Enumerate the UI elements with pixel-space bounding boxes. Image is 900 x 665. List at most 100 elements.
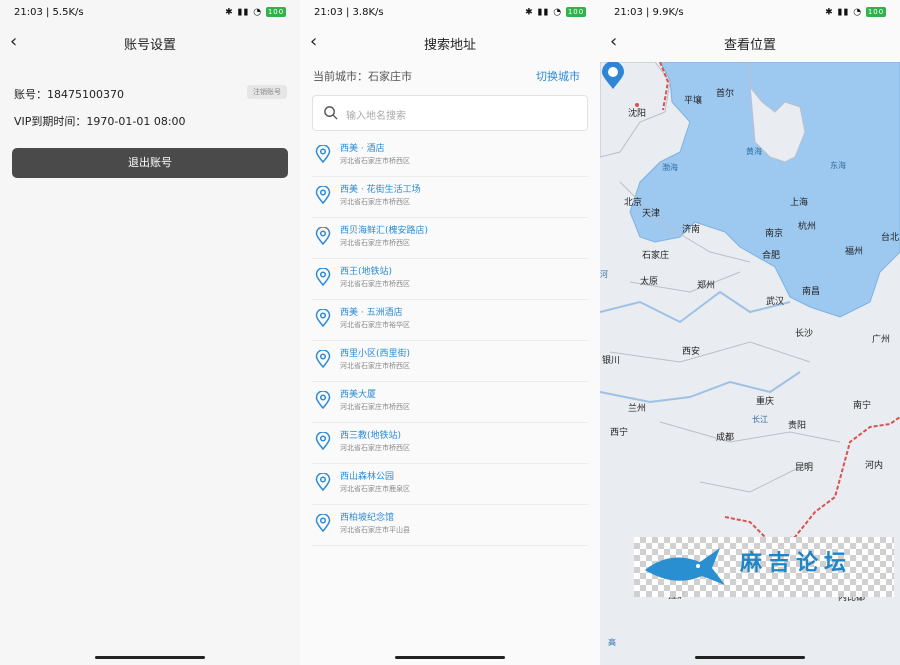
nav-bar: ‹ 搜索地址: [300, 26, 600, 60]
status-icons: ✱ ▮▮ ◔ 100: [525, 7, 586, 18]
list-item[interactable]: 西王(地铁站) 河北省石家庄市桥西区: [312, 259, 588, 300]
result-name: 西里小区(西里街): [340, 349, 411, 359]
location-pin-icon[interactable]: [600, 62, 626, 90]
search-placeholder: 输入地名搜索: [346, 111, 406, 122]
result-address: 河北省石家庄市桥西区: [340, 444, 410, 452]
result-address: 河北省石家庄市鹿泉区: [340, 485, 410, 493]
view-location-screen: 21:03 | 9.9K/s ✱ ▮▮ ◔ 100 ‹ 查看位置 沈阳 平壤 首…: [600, 0, 900, 665]
switch-city-link[interactable]: 切换城市: [536, 68, 580, 84]
nav-bar: ‹ 账号设置: [0, 26, 300, 60]
city-label: 西安: [682, 347, 701, 357]
result-name: 西王(地铁站): [340, 267, 393, 277]
result-address: 河北省石家庄市桥西区: [340, 198, 410, 206]
city-label: 昆明: [795, 463, 814, 473]
status-time: 21:03 | 9.9K/s: [614, 7, 684, 18]
result-name: 西山森林公园: [340, 472, 395, 482]
status-bar: 21:03 | 3.8K/s ✱ ▮▮ ◔ 100: [300, 0, 600, 26]
city-label: 广州: [872, 335, 891, 345]
result-name: 西美 · 五洲酒店: [340, 308, 403, 318]
result-address: 河北省石家庄市裕华区: [340, 321, 410, 329]
search-input[interactable]: 输入地名搜索: [312, 95, 588, 131]
border-line: [724, 416, 900, 544]
status-time: 21:03 | 5.5K/s: [14, 7, 84, 18]
status-icons: ✱ ▮▮ ◔ 100: [225, 7, 286, 18]
account-settings-screen: 21:03 | 5.5K/s ✱ ▮▮ ◔ 100 ‹ 账号设置 账号：1847…: [0, 0, 300, 665]
current-city: 当前城市：石家庄市: [313, 70, 412, 83]
city-label: 拉萨: [668, 591, 687, 601]
map-provider-logo: 高: [608, 638, 616, 647]
sea-area: [629, 62, 900, 318]
list-item[interactable]: 西柏坡纪念馆河北省石家庄市平山县: [312, 505, 588, 546]
result-address: 河北省石家庄市桥西区: [340, 280, 410, 288]
list-item[interactable]: 西美 · 五洲酒店 河北省石家庄市裕华区: [312, 300, 588, 341]
page-title: 查看位置: [723, 38, 776, 53]
home-indicator[interactable]: [695, 656, 805, 659]
city-label: 南宁: [853, 401, 872, 411]
home-indicator[interactable]: [395, 656, 505, 659]
result-address: 河北省石家庄市桥西区: [340, 157, 410, 165]
city-label: 内比都: [838, 593, 866, 603]
status-icons: ✱ ▮▮ ◔ 100: [825, 7, 886, 18]
city-label: 贵阳: [788, 421, 807, 431]
location-pin-icon: [315, 145, 331, 163]
city-label: 长沙: [795, 329, 814, 339]
account-number: 账号：18475100370: [14, 88, 124, 101]
city-label: 银川: [602, 356, 621, 366]
back-arrow-icon[interactable]: ‹: [610, 32, 630, 52]
city-label: 平壤: [684, 96, 703, 106]
city-label: 武汉: [766, 297, 785, 307]
city-label: 重庆: [756, 397, 775, 407]
sea-label: 黄海: [746, 147, 762, 156]
city-label: 郑州: [697, 281, 716, 291]
city-label: 兰州: [628, 404, 647, 414]
list-item[interactable]: 西美 · 花街生活工场 河北省石家庄市桥西区: [312, 177, 588, 218]
city-label: 台北: [881, 233, 900, 243]
result-name: 西美大厦: [340, 390, 377, 400]
result-address: 河北省石家庄市桥西区: [340, 362, 410, 370]
page-title: 搜索地址: [423, 38, 476, 53]
page-title: 账号设置: [123, 38, 176, 53]
home-indicator[interactable]: [95, 656, 205, 659]
cancel-account-button[interactable]: 注销账号: [247, 85, 287, 99]
location-pin-icon: [315, 432, 331, 450]
river: [600, 290, 791, 324]
city-label: 合肥: [762, 251, 781, 261]
city-label: 太原: [640, 277, 659, 287]
river-label: 河: [600, 270, 608, 279]
map-view[interactable]: 沈阳 平壤 首尔 北京 天津 济南 石家庄 上海 南京 杭州 合肥 福州 台北 …: [600, 62, 900, 665]
city-label: 成都: [716, 433, 735, 443]
location-pin-icon: [315, 350, 331, 368]
back-arrow-icon[interactable]: ‹: [310, 32, 330, 52]
location-pin-icon: [315, 391, 331, 409]
search-icon: [324, 106, 338, 120]
city-label: 上海: [790, 198, 809, 208]
battery-icon: 100: [566, 7, 586, 17]
logout-button[interactable]: 退出账号: [12, 148, 288, 178]
list-item[interactable]: 西贝海鲜汇(槐安路店) 河北省石家庄市桥西区: [312, 218, 588, 259]
list-item[interactable]: 西美 · 酒店河北省石家庄市桥西区: [312, 136, 588, 177]
result-address: 河北省石家庄市平山县: [340, 526, 410, 534]
city-label: 济南: [682, 225, 701, 235]
battery-icon: 100: [266, 7, 286, 17]
battery-icon: 100: [866, 7, 886, 17]
city-label: 天津: [642, 209, 661, 219]
city-label: 北京: [624, 198, 643, 208]
result-name: 西美 · 酒店: [340, 144, 385, 154]
city-label: 西宁: [610, 428, 629, 438]
location-pin-icon: [315, 514, 331, 532]
back-arrow-icon[interactable]: ‹: [10, 32, 30, 52]
location-pin-icon: [315, 227, 331, 245]
status-bar: 21:03 | 5.5K/s ✱ ▮▮ ◔ 100: [0, 0, 300, 26]
vip-expiry: VIP到期时间：1970-01-01 08:00: [14, 115, 186, 128]
list-item[interactable]: 西里小区(西里街) 河北省石家庄市桥西区: [312, 341, 588, 382]
list-item[interactable]: 西三教(地铁站) 河北省石家庄市桥西区: [312, 423, 588, 464]
river-label: 长江: [752, 415, 768, 424]
result-name: 西柏坡纪念馆: [340, 513, 395, 523]
nav-bar: ‹ 查看位置: [600, 26, 900, 60]
result-name: 西美 · 花街生活工场: [340, 185, 421, 195]
list-item[interactable]: 西山森林公园河北省石家庄市鹿泉区: [312, 464, 588, 505]
list-item[interactable]: 西美大厦 河北省石家庄市桥西区: [312, 382, 588, 423]
location-pin-icon: [315, 473, 331, 491]
location-pin-icon: [315, 309, 331, 327]
sea-label: 东海: [830, 161, 846, 170]
